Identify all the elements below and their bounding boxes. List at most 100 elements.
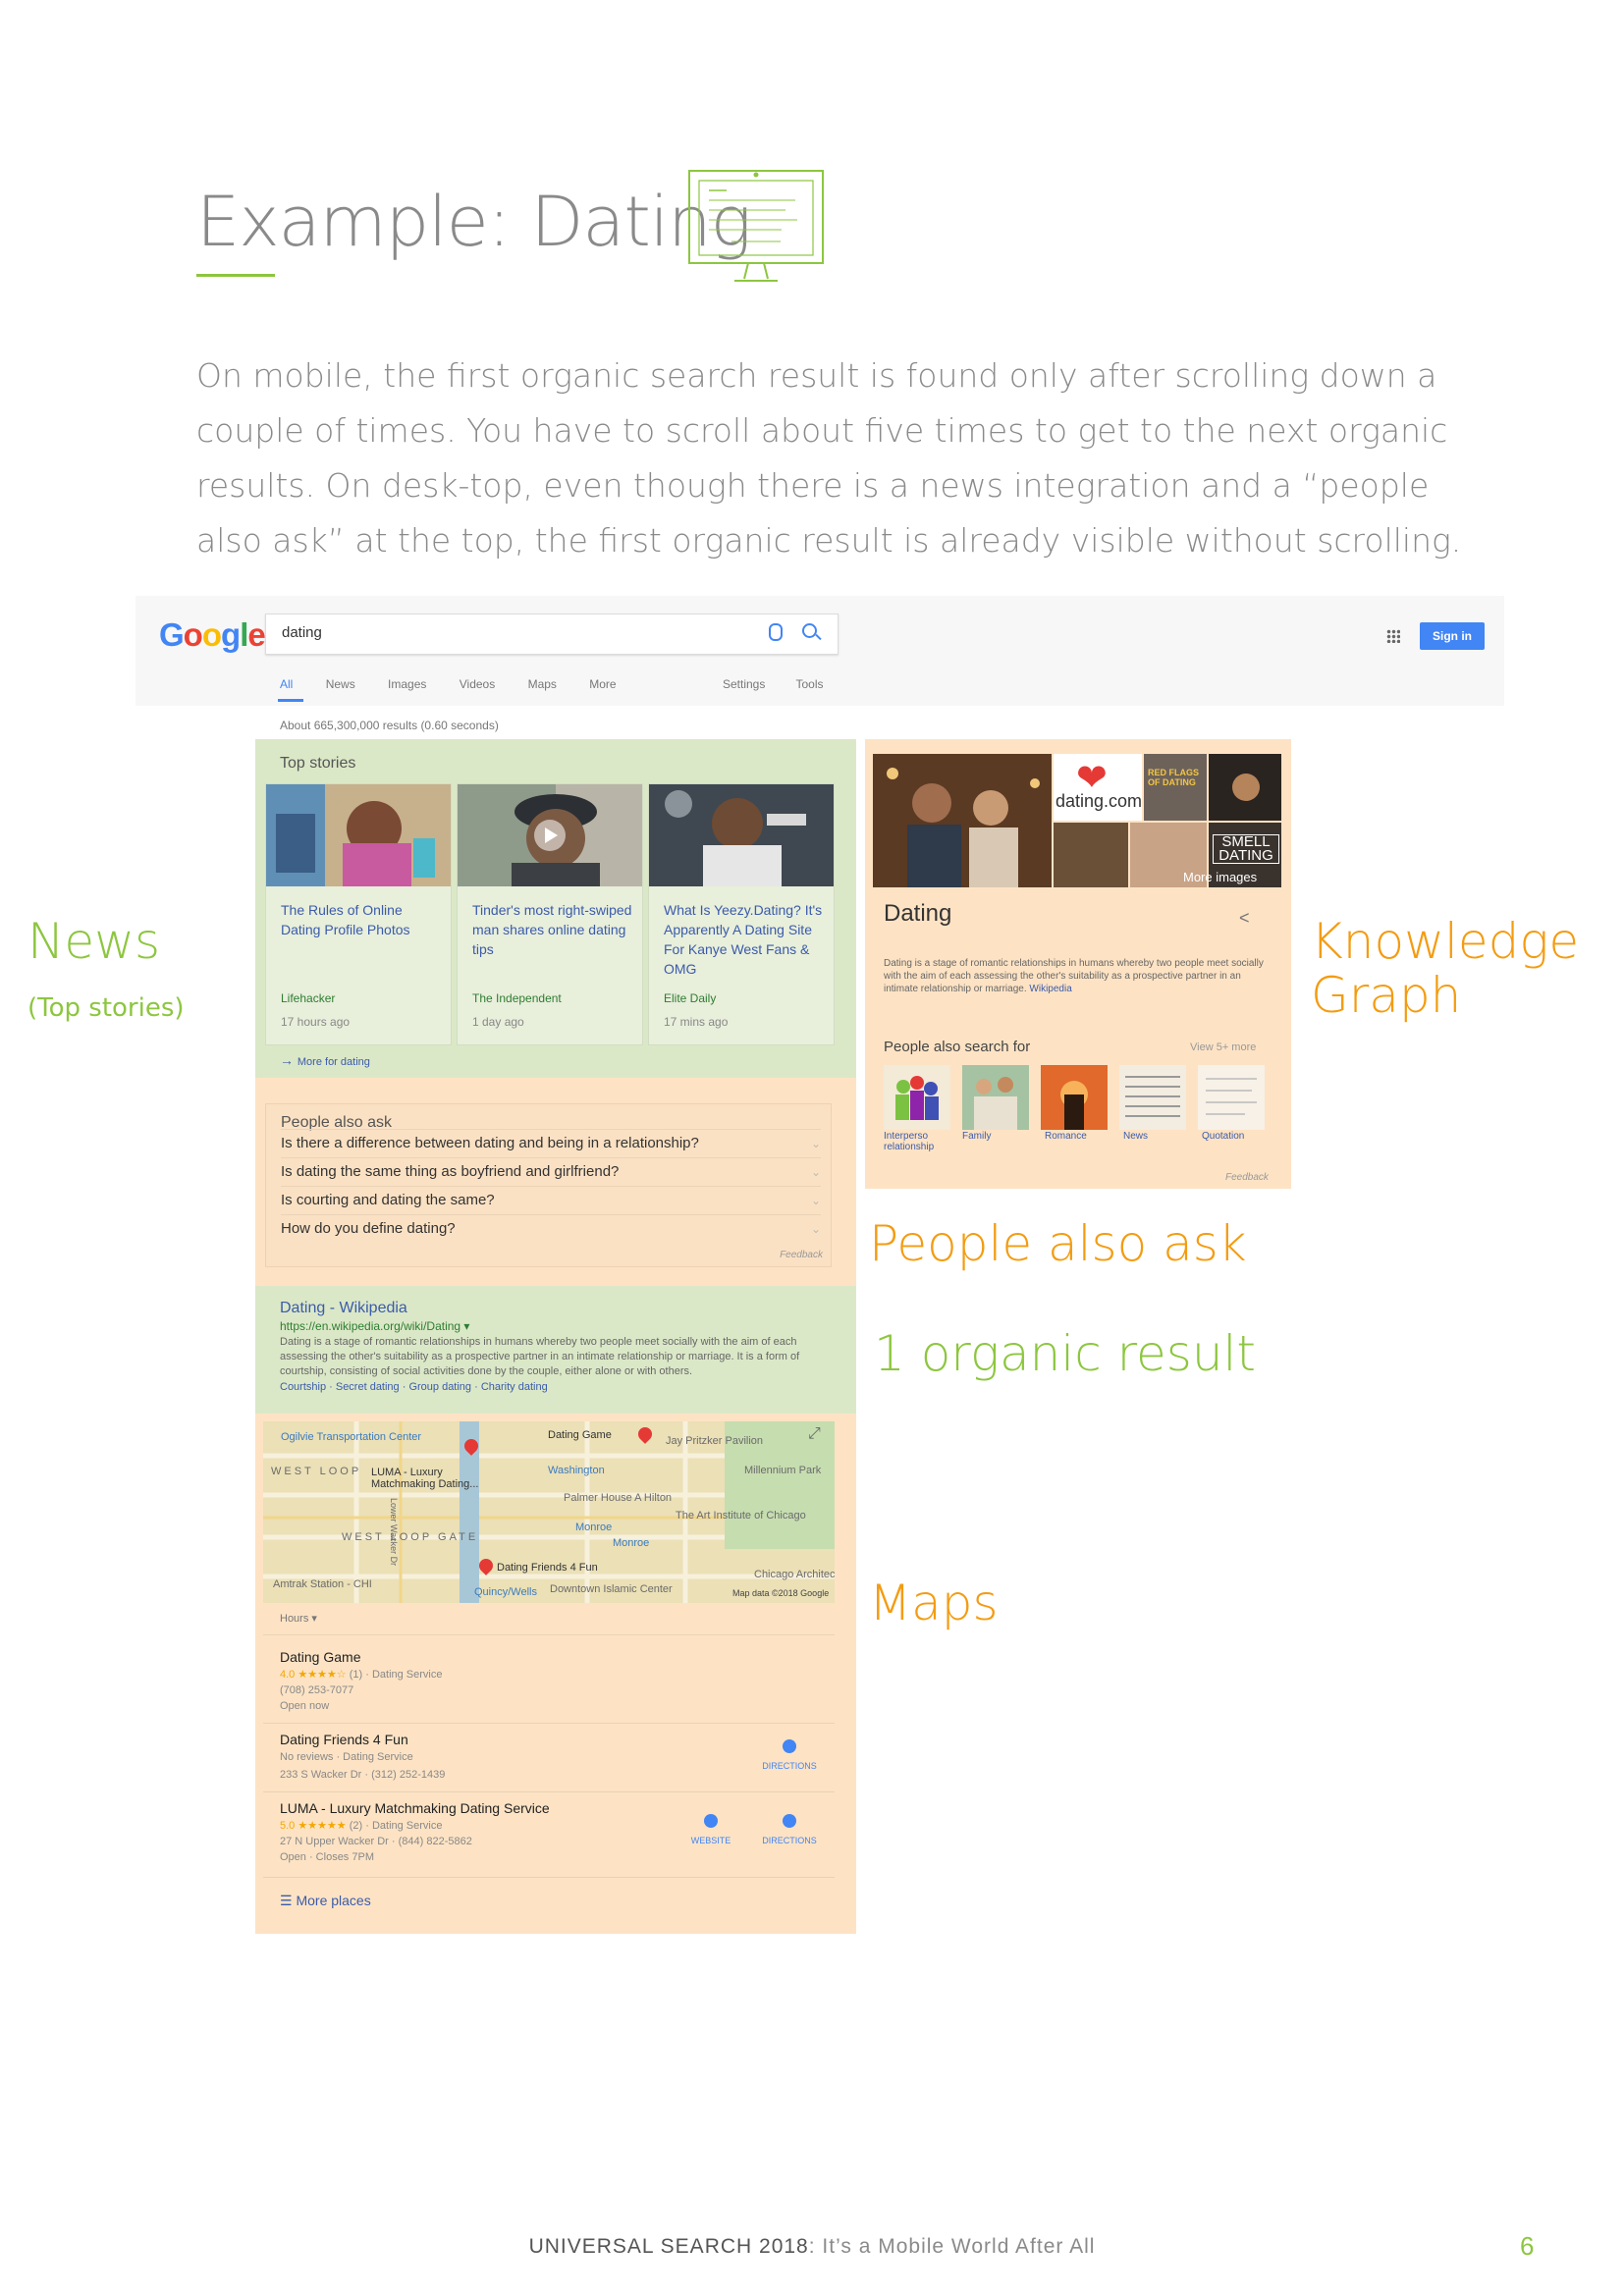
related-label[interactable]: Family <box>962 1131 991 1142</box>
hours-filter[interactable]: Hours ▾ <box>280 1612 317 1625</box>
sign-in-button[interactable]: Sign in <box>1420 622 1485 650</box>
paa-question[interactable]: How do you define dating? ⌄ <box>281 1214 821 1243</box>
news-card[interactable]: Tinder's most right-swiped man shares on… <box>457 783 643 1045</box>
search-tools: Settings Tools <box>723 677 851 691</box>
news-card[interactable]: The Rules of Online Dating Profile Photo… <box>265 783 452 1045</box>
place-address: 233 S Wacker Dr · (312) 252-1439 <box>280 1769 446 1781</box>
wikipedia-link[interactable]: Wikipedia <box>1029 984 1071 994</box>
annotation-knowledge-graph: Knowledge Graph <box>1311 913 1580 1024</box>
map-label-lower-wacker: Lower Wacker Dr <box>389 1498 399 1567</box>
more-for-dating-link[interactable]: More for dating <box>280 1052 370 1068</box>
place-hours: Open now <box>280 1700 330 1712</box>
map-label-west-loop-gate: WEST LOOP GATE <box>342 1531 479 1543</box>
google-logo[interactable]: Google <box>159 616 266 654</box>
rating-value: 4.0 <box>280 1669 296 1681</box>
search-query[interactable]: dating <box>282 624 322 641</box>
map-attribution: Map data ©2018 Google <box>732 1588 830 1598</box>
rating-value: 5.0 <box>280 1820 296 1832</box>
website-button[interactable]: WEBSITE <box>681 1814 740 1845</box>
news-source: The Independent <box>472 991 562 1005</box>
annotation-news-sub: (Top stories) <box>27 993 185 1023</box>
people-also-search-heading: People also search for <box>884 1039 1031 1055</box>
tab-settings[interactable]: Settings <box>723 677 765 691</box>
related-thumbnail[interactable] <box>962 1065 1029 1130</box>
map-label-luma: LUMA - Luxury Matchmaking Dating... <box>371 1467 479 1490</box>
organic-result-title[interactable]: Dating - Wikipedia <box>280 1300 407 1317</box>
map-label-west-loop: WEST LOOP <box>271 1466 362 1477</box>
organic-result-url[interactable]: https://en.wikipedia.org/wiki/Dating ▾ <box>280 1319 469 1333</box>
related-label[interactable]: Interperso relationship <box>884 1131 948 1152</box>
directions-icon <box>783 1814 796 1828</box>
news-card[interactable]: What Is Yeezy.Dating? It's Apparently A … <box>648 783 835 1045</box>
microphone-icon[interactable] <box>769 623 783 641</box>
chevron-down-icon: ⌄ <box>810 1194 821 1207</box>
related-thumbnail[interactable] <box>1198 1065 1265 1130</box>
annotation-people-also-ask: People also ask <box>869 1215 1247 1272</box>
smell-dating-text: SMELL DATING <box>1213 834 1279 864</box>
paa-question[interactable]: Is courting and dating the same? ⌄ <box>281 1186 821 1214</box>
apps-grid-icon[interactable] <box>1386 629 1400 643</box>
tab-all[interactable]: All <box>280 677 293 691</box>
related-thumbnail[interactable] <box>1119 1065 1186 1130</box>
dating-com-logo: dating.com <box>1056 791 1143 811</box>
tab-tools[interactable]: Tools <box>795 677 823 691</box>
tab-news[interactable]: News <box>326 677 355 691</box>
view-more-link[interactable]: View 5+ more <box>1190 1041 1256 1053</box>
related-label[interactable]: Quotation <box>1202 1131 1244 1142</box>
place-name[interactable]: LUMA - Luxury Matchmaking Dating Service <box>280 1800 550 1816</box>
share-icon[interactable]: < <box>1239 908 1250 929</box>
related-label[interactable]: News <box>1123 1131 1148 1142</box>
place-address: 27 N Upper Wacker Dr · (844) 822-5862 <box>280 1836 472 1847</box>
tab-maps[interactable]: Maps <box>528 677 557 691</box>
place-phone: (708) 253-7077 <box>280 1684 354 1696</box>
map-label-quincy: Quincy/Wells <box>474 1586 537 1598</box>
paa-feedback-link[interactable]: Feedback <box>780 1250 823 1260</box>
divider <box>263 1723 835 1724</box>
news-headline[interactable]: The Rules of Online Dating Profile Photo… <box>281 900 443 939</box>
map-label-monroe-2: Monroe <box>613 1537 650 1549</box>
map-view[interactable]: Ogilvie Transportation Center WEST LOOP … <box>263 1421 835 1603</box>
annotation-maps: Maps <box>869 1575 999 1631</box>
search-input[interactable]: dating <box>265 614 839 655</box>
divider <box>263 1791 835 1792</box>
chevron-down-icon: ⌄ <box>810 1165 821 1179</box>
tab-more[interactable]: More <box>589 677 616 691</box>
page-footer: UNIVERSAL SEARCH 2018: It’s a Mobile Wor… <box>528 2235 1096 2258</box>
place-name[interactable]: Dating Game <box>280 1649 360 1665</box>
map-label-palmer: Palmer House A Hilton <box>564 1492 673 1504</box>
knowledge-graph-images[interactable]: ❤ dating.com RED FLAGS OF DATING SMELL D… <box>873 754 1281 887</box>
tab-videos[interactable]: Videos <box>460 677 495 691</box>
map-label-amtrak: Amtrak Station - CHI <box>273 1578 372 1590</box>
expand-map-icon[interactable]: ⤢ <box>808 1425 821 1443</box>
news-photo <box>266 784 451 886</box>
kg-feedback-link[interactable]: Feedback <box>1225 1172 1269 1183</box>
place-meta: (1) · Dating Service <box>349 1669 443 1681</box>
search-icon[interactable] <box>802 623 817 638</box>
more-images-link[interactable]: More images <box>1183 870 1257 884</box>
place-details: 5.0 ★★★★★ (2) · Dating Service <box>280 1818 443 1834</box>
more-places-link[interactable]: ☰ More places <box>280 1893 371 1909</box>
related-thumbnail[interactable] <box>884 1065 950 1130</box>
directions-icon <box>783 1739 796 1753</box>
organic-sitelinks[interactable]: Courtship · Secret dating · Group dating… <box>280 1381 548 1393</box>
paa-question[interactable]: Is dating the same thing as boyfriend an… <box>281 1157 821 1186</box>
directions-button[interactable]: DIRECTIONS <box>760 1814 819 1845</box>
related-thumbnail[interactable] <box>1041 1065 1108 1130</box>
annotation-news: News <box>27 913 161 970</box>
related-label[interactable]: Romance <box>1045 1131 1087 1142</box>
paa-question[interactable]: Is there a difference between dating and… <box>281 1129 821 1157</box>
divider <box>263 1877 835 1878</box>
star-rating: ★★★★☆ <box>298 1669 347 1681</box>
active-tab-indicator <box>278 699 303 702</box>
news-headline[interactable]: Tinder's most right-swiped man shares on… <box>472 900 634 959</box>
news-headline[interactable]: What Is Yeezy.Dating? It's Apparently A … <box>664 900 826 979</box>
tab-images[interactable]: Images <box>388 677 426 691</box>
people-also-ask-box: People also ask Is there a difference be… <box>265 1103 832 1267</box>
intro-paragraph: On mobile, the first organic search resu… <box>196 356 1462 560</box>
directions-button[interactable]: DIRECTIONS <box>760 1739 819 1771</box>
place-hours: Open · Closes 7PM <box>280 1851 374 1863</box>
globe-icon <box>704 1814 718 1828</box>
place-name[interactable]: Dating Friends 4 Fun <box>280 1732 408 1747</box>
map-label-pritzker: Jay Pritzker Pavilion <box>666 1435 764 1447</box>
top-stories-panel: Top stories The Rules of Online Dating P… <box>255 739 856 1078</box>
